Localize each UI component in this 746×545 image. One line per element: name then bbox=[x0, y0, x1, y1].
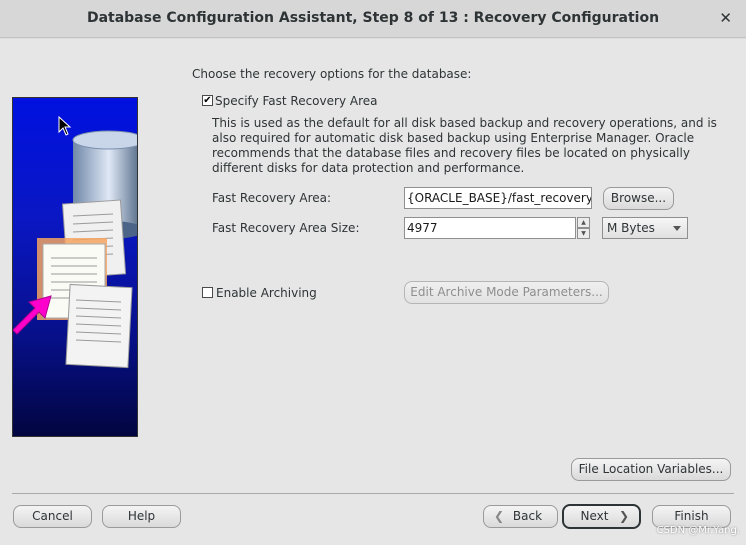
browse-button[interactable]: Browse... bbox=[603, 187, 674, 210]
chevron-left-icon: ❮ bbox=[494, 509, 505, 523]
cancel-button[interactable]: Cancel bbox=[13, 505, 92, 528]
fast-recovery-size-field[interactable]: 4977 bbox=[404, 217, 576, 239]
fast-recovery-size-label: Fast Recovery Area Size: bbox=[212, 221, 360, 235]
enable-archiving-label[interactable]: Enable Archiving bbox=[216, 286, 317, 300]
back-button-label: Back bbox=[512, 509, 543, 523]
fast-recovery-area-field[interactable]: {ORACLE_BASE}/fast_recovery_a bbox=[404, 187, 592, 209]
enable-archiving-checkbox[interactable] bbox=[202, 287, 213, 298]
file-location-variables-button[interactable]: File Location Variables... bbox=[571, 458, 731, 481]
mouse-cursor-icon bbox=[58, 116, 72, 136]
intro-text: Choose the recovery options for the data… bbox=[192, 67, 472, 81]
size-spinner[interactable]: ▲ ▼ bbox=[577, 217, 590, 239]
size-unit-value: M Bytes bbox=[607, 221, 655, 235]
chevron-down-icon bbox=[673, 226, 681, 231]
next-button[interactable]: Next ❯ bbox=[562, 504, 641, 529]
fast-recovery-checkbox[interactable]: ✔ bbox=[202, 95, 213, 106]
size-unit-select[interactable]: M Bytes bbox=[602, 217, 688, 239]
watermark: CSDN @Mr.Yang. bbox=[656, 525, 740, 536]
edit-archive-params-button[interactable]: Edit Archive Mode Parameters... bbox=[404, 281, 609, 304]
fast-recovery-description: This is used as the default for all disk… bbox=[212, 116, 717, 175]
close-icon[interactable]: ✕ bbox=[719, 9, 732, 27]
footer-divider bbox=[12, 493, 734, 494]
fast-recovery-area-label: Fast Recovery Area: bbox=[212, 191, 332, 205]
next-button-label: Next bbox=[580, 509, 609, 523]
title-bar: Database Configuration Assistant, Step 8… bbox=[0, 0, 746, 38]
spinner-down-icon[interactable]: ▼ bbox=[577, 228, 590, 239]
fast-recovery-checkbox-label[interactable]: Specify Fast Recovery Area bbox=[215, 94, 377, 108]
window-title: Database Configuration Assistant, Step 8… bbox=[86, 10, 660, 26]
help-button[interactable]: Help bbox=[102, 505, 181, 528]
back-button[interactable]: ❮ Back bbox=[483, 505, 558, 528]
database-recovery-illustration bbox=[13, 130, 137, 369]
chevron-right-icon: ❯ bbox=[618, 509, 629, 523]
spinner-up-icon[interactable]: ▲ bbox=[577, 217, 590, 228]
wizard-illustration bbox=[12, 97, 138, 437]
